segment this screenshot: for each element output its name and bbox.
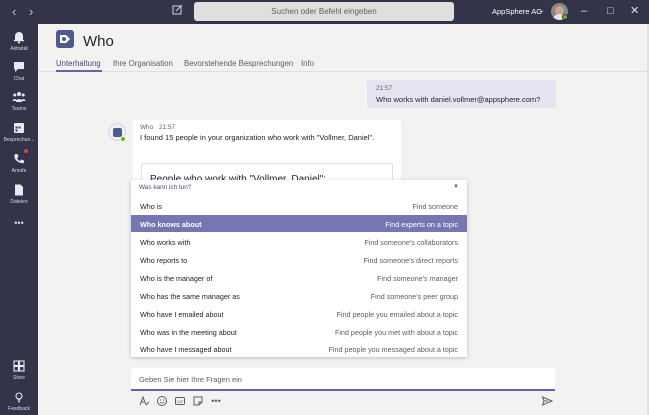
back-arrow-icon[interactable]: ‹: [12, 4, 16, 20]
suggestion-item[interactable]: Who was in the meeting about Find people…: [131, 323, 467, 340]
presence-available-icon: [120, 136, 126, 142]
tab-conversation[interactable]: Unterhaltung: [56, 59, 101, 68]
suggestion-description: Find experts on a topic: [385, 220, 458, 229]
suggestion-item[interactable]: Who have I emailed about Find people you…: [131, 305, 467, 322]
close-icon[interactable]: ✕: [630, 4, 639, 18]
rail-item-label: Aktivität: [10, 46, 28, 52]
rail-item-feedback[interactable]: Feedback: [0, 388, 38, 415]
chevron-down-icon[interactable]: ▼: [453, 184, 459, 190]
tab-organization[interactable]: Ihre Organisation: [113, 59, 173, 68]
store-icon: [12, 359, 26, 373]
chat-icon: [12, 60, 26, 74]
rail-item-teams[interactable]: Teams: [0, 88, 38, 118]
bell-icon: [12, 30, 26, 44]
feedback-icon: [12, 390, 26, 404]
suggestion-item[interactable]: Who has the same manager as Find someone…: [131, 287, 467, 304]
message-timestamp: 21:57: [159, 124, 175, 131]
chevron-down-icon[interactable]: ⌄: [539, 6, 545, 14]
message-input[interactable]: [139, 372, 539, 387]
rail-item-label: Dateien: [10, 199, 28, 205]
presence-available-icon: [562, 14, 568, 20]
suggestion-description: Find people you emailed about a topic: [336, 310, 458, 319]
who-app-icon: [56, 30, 74, 48]
rail-item-calls[interactable]: Anrufe: [0, 149, 38, 180]
suggestion-item[interactable]: Who have I messaged about Find people yo…: [131, 340, 467, 357]
minimize-icon[interactable]: –: [581, 4, 587, 18]
rail-item-chat[interactable]: Chat: [0, 58, 38, 88]
suggestion-description: Find someone's peer group: [370, 292, 458, 301]
suggestion-description: Find someone's direct reports: [363, 256, 458, 265]
suggestion-command: Who have I emailed about: [140, 310, 224, 319]
tab-upcoming-meetings[interactable]: Bevorstehende Besprechungen: [184, 59, 293, 68]
maximize-icon[interactable]: □: [607, 4, 614, 18]
more-options-icon[interactable]: •••: [210, 395, 222, 407]
message-text: Who works with daniel.vollmer@appsphere.…: [376, 95, 541, 104]
rail-item-more[interactable]: •••: [0, 216, 38, 234]
teams-icon: [12, 90, 26, 104]
suggestion-item-selected[interactable]: Who knows about Find experts on a topic: [131, 215, 467, 232]
search-input[interactable]: Suchen oder Befehl eingeben: [194, 2, 454, 21]
suggestion-command: Who is: [140, 202, 162, 211]
format-icon[interactable]: [138, 395, 150, 407]
suggestion-command: Who works with: [140, 238, 191, 247]
phone-icon: [12, 152, 26, 166]
rail-item-files[interactable]: Dateien: [0, 181, 38, 211]
command-suggestions: Was kann ich tun? ▼ Who is Find someone …: [131, 180, 467, 357]
notification-dot: [24, 149, 28, 153]
sticker-icon[interactable]: [192, 395, 204, 407]
suggestion-description: Find someone's collaborators: [364, 238, 458, 247]
suggestion-command: Who reports to: [140, 256, 188, 265]
suggestion-command: Who knows about: [140, 220, 202, 229]
rail-item-label: Teams: [11, 106, 27, 112]
suggestion-description: Find someone's manager: [377, 274, 458, 283]
suggestion-item[interactable]: Who is Find someone: [131, 197, 467, 214]
suggestion-command: Who have I messaged about: [140, 345, 232, 354]
calendar-icon: [12, 121, 26, 135]
more-icon: •••: [14, 218, 24, 228]
rail-item-label: Store: [13, 375, 25, 381]
message-sender: Who: [140, 124, 154, 131]
files-icon: [12, 183, 26, 197]
send-icon[interactable]: [541, 395, 554, 407]
message-text: I found 15 people in your organization w…: [140, 133, 375, 142]
rail-item-activity[interactable]: Aktivität: [0, 28, 38, 58]
suggestion-command: Who was in the meeting about: [140, 328, 237, 337]
tab-info[interactable]: Info: [301, 59, 314, 68]
suggestions-header[interactable]: Was kann ich tun? ▼: [131, 180, 467, 195]
rail-item-label: Anrufe: [11, 168, 27, 174]
active-tab-indicator: [56, 70, 102, 72]
suggestion-description: Find people you met with about a topic: [334, 328, 458, 337]
suggestion-description: Find people you messaged about a topic: [328, 345, 458, 354]
compose-box: [131, 368, 555, 391]
suggestion-item[interactable]: Who reports to Find someone's direct rep…: [131, 251, 467, 268]
suggestion-item[interactable]: Who works with Find someone's collaborat…: [131, 233, 467, 250]
forward-arrow-icon[interactable]: ›: [29, 4, 33, 20]
app-rail: Aktivität Chat Teams Besprechun... Anruf…: [0, 24, 38, 415]
outgoing-message: 21:57 Who works with daniel.vollmer@apps…: [367, 80, 556, 108]
new-chat-icon[interactable]: [172, 4, 186, 18]
rail-item-meetings[interactable]: Besprechun...: [0, 119, 38, 149]
svg-text:GIF: GIF: [177, 399, 184, 404]
rail-item-label: Chat: [13, 76, 25, 82]
message-timestamp: 21:57: [376, 85, 392, 92]
suggestion-item[interactable]: Who is the manager of Find someone's man…: [131, 269, 467, 286]
rail-item-label: Besprechun...: [3, 137, 35, 143]
rail-item-label: Feedback: [8, 406, 30, 412]
gif-icon[interactable]: GIF: [174, 395, 186, 407]
title-bar: ‹ › Suchen oder Befehl eingeben AppSpher…: [0, 0, 649, 24]
suggestion-command: Who is the manager of: [140, 274, 213, 283]
channel-header: Who Unterhaltung Ihre Organisation Bevor…: [38, 24, 649, 72]
suggestion-command: Who has the same manager as: [140, 292, 240, 301]
org-switcher[interactable]: AppSphere AG: [492, 7, 542, 16]
rail-item-store[interactable]: Store: [0, 357, 38, 387]
suggestions-header-label: Was kann ich tun?: [139, 184, 192, 191]
page-title: Who: [83, 33, 114, 50]
emoji-icon[interactable]: [156, 395, 168, 407]
suggestion-description: Find someone: [412, 202, 458, 211]
